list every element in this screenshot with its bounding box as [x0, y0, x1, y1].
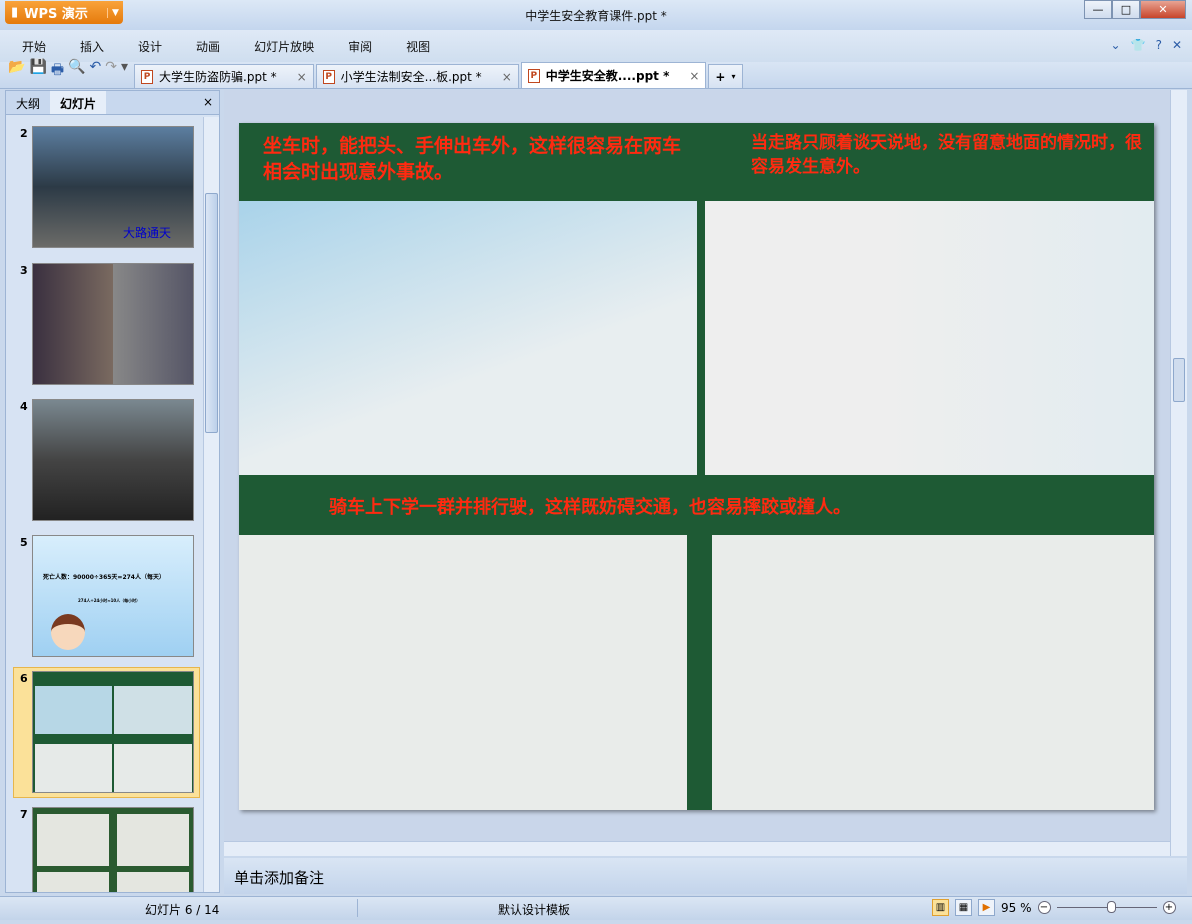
- slide-thumbnail[interactable]: 死亡人数：90000÷365天=274人（每天） 274人÷24小时≈10人（每…: [32, 535, 194, 657]
- slide-panel: 大纲 幻灯片 × 2 大路通天 3 4 5 死亡人数：90000÷365天=274…: [5, 90, 220, 893]
- slide-thumbnail[interactable]: 大路通天: [32, 126, 194, 248]
- skin-icon[interactable]: 👕: [1131, 38, 1146, 52]
- menu-slideshow[interactable]: 幻灯片放映: [254, 38, 314, 55]
- undo-icon[interactable]: ↶: [90, 59, 102, 83]
- close-tab-icon[interactable]: ×: [297, 70, 307, 84]
- doc-tab[interactable]: P 小学生法制安全...板.ppt * ×: [315, 64, 519, 88]
- slide-editor: 坐车时，能把头、手伸出车外，这样很容易在两车相会时出现意外事故。 当走路只顾着谈…: [224, 90, 1170, 856]
- slide-thumbnail[interactable]: [32, 399, 194, 521]
- chevron-down-icon: ▾: [731, 72, 736, 81]
- tab-slides[interactable]: 幻灯片: [50, 91, 107, 114]
- caption-bus: 坐车时，能把头、手伸出车外，这样很容易在两车相会时出现意外事故。: [263, 135, 682, 183]
- menu-design[interactable]: 设计: [138, 38, 162, 55]
- slide-sorter-icon[interactable]: ▦: [955, 899, 972, 916]
- menu-insert[interactable]: 插入: [80, 38, 104, 55]
- close-panel-icon[interactable]: ×: [203, 95, 213, 109]
- zoom-level: 95 %: [1001, 900, 1032, 915]
- title-bar: ▮ WPS 演示 ▼ 中学生安全教育课件.ppt * — □ ✕: [0, 0, 1192, 30]
- menu-animation[interactable]: 动画: [196, 38, 220, 55]
- normal-view-icon[interactable]: ▥: [932, 899, 949, 916]
- close-tab-icon[interactable]: ×: [689, 69, 699, 83]
- slide-counter: 幻灯片 6 / 14: [145, 903, 220, 917]
- chevron-down-icon[interactable]: ⌄: [1111, 38, 1121, 52]
- zoom-slider[interactable]: [1056, 901, 1157, 913]
- close-button[interactable]: ✕: [1140, 0, 1186, 19]
- zoom-in-icon[interactable]: +: [1162, 901, 1176, 914]
- menu-bar: 开始 插入 设计 动画 幻灯片放映 审阅 视图: [0, 30, 1192, 62]
- girl-illustration: [51, 614, 85, 650]
- close-tab-icon[interactable]: ×: [502, 70, 512, 84]
- ppt-file-icon: P: [527, 68, 540, 83]
- caption-bike: 骑车上下学一群并排行驶，这样既妨碍交通，也容易摔跤或撞人。: [329, 497, 851, 518]
- notes-area[interactable]: 单击添加备注: [224, 858, 1187, 894]
- bus-illustration: [239, 201, 697, 475]
- slide-thumbnail[interactable]: [32, 263, 194, 385]
- close-doc-icon[interactable]: ✕: [1172, 38, 1182, 52]
- save-icon[interactable]: 💾: [29, 59, 46, 83]
- horizontal-scrollbar[interactable]: [224, 841, 1170, 856]
- scroll-thumb[interactable]: [205, 193, 218, 433]
- editor-scrollbar[interactable]: [1170, 90, 1187, 856]
- doc-tab[interactable]: P 大学生防盗防骗.ppt * ×: [134, 64, 314, 88]
- bikes-illustration: [239, 535, 687, 810]
- menu-home[interactable]: 开始: [22, 38, 46, 55]
- print-preview-icon[interactable]: 🔍: [68, 59, 85, 83]
- slide-thumbnail[interactable]: [32, 671, 194, 793]
- tab-outline[interactable]: 大纲: [6, 91, 50, 114]
- menu-review[interactable]: 审阅: [348, 38, 372, 55]
- current-slide[interactable]: 坐车时，能把头、手伸出车外，这样很容易在两车相会时出现意外事故。 当走路只顾着谈…: [239, 123, 1154, 810]
- new-tab-button[interactable]: + ▾: [708, 64, 743, 88]
- zoom-out-icon[interactable]: −: [1037, 901, 1051, 914]
- ppt-file-icon: P: [322, 69, 335, 84]
- ppt-file-icon: P: [141, 69, 154, 84]
- doc-tab-active[interactable]: P 中学生安全教....ppt * ×: [520, 62, 707, 88]
- slideshow-icon[interactable]: ▶: [978, 899, 995, 916]
- help-icon[interactable]: ?: [1156, 38, 1162, 52]
- window-title: 中学生安全教育课件.ppt *: [525, 9, 667, 23]
- street-illustration: [705, 201, 1154, 475]
- caption-walk: 当走路只顾着谈天说地，没有留意地面的情况时，很容易发生意外。: [751, 133, 1142, 177]
- status-bar: 幻灯片 6 / 14 默认设计模板 ▥ ▦ ▶ 95 % − +: [0, 896, 1192, 920]
- scroll-thumb[interactable]: [1173, 358, 1185, 402]
- zoom-slider-handle[interactable]: [1106, 901, 1116, 913]
- print-icon[interactable]: 🖶: [51, 59, 64, 83]
- document-tab-bar: 📂 💾 🖶 🔍 ↶ ↷ ▾ P 大学生防盗防骗.ppt * × P 小学生法制安全..…: [0, 59, 1192, 89]
- open-icon[interactable]: 📂: [8, 59, 25, 83]
- panel-scrollbar[interactable]: [203, 117, 219, 892]
- customize-icon[interactable]: ▾: [121, 59, 128, 83]
- maximize-button[interactable]: □: [1112, 0, 1140, 19]
- slide-thumbnail[interactable]: [32, 807, 194, 892]
- template-name[interactable]: 默认设计模板: [498, 901, 570, 918]
- plus-icon: +: [715, 69, 726, 84]
- menu-view[interactable]: 视图: [406, 38, 430, 55]
- redo-icon[interactable]: ↷: [105, 59, 117, 83]
- group-bikes-illustration: [712, 535, 1154, 810]
- minimize-button[interactable]: —: [1084, 0, 1112, 19]
